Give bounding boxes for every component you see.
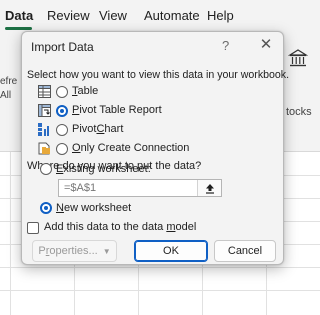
range-select-up-arrow-icon [205,183,214,194]
tab-data[interactable]: Data [5,8,33,23]
new-worksheet-label[interactable]: New worksheet [56,202,131,214]
pivot-chart-icon [38,123,49,136]
ribbon-all-fragment: All [0,90,12,101]
view-option-pivot-table-label[interactable]: Pivot Table Report [72,104,162,116]
data-model-label[interactable]: Add this data to the data model [44,221,196,233]
view-option-table-label[interactable]: Table [72,85,98,97]
view-option-table-radio[interactable] [56,86,68,98]
ribbon-stocks-label[interactable]: tocks [286,106,312,118]
help-button[interactable]: ? [222,38,229,53]
menu-bar: Data Review View Automate Help [0,0,320,34]
view-option-pivot-chart-radio[interactable] [56,124,68,136]
existing-worksheet-radio[interactable] [40,163,52,175]
cell-reference-value: =$A$1 [64,182,97,194]
ribbon-refresh-fragment: efre [0,76,18,87]
ok-button[interactable]: OK [134,240,208,262]
tab-automate[interactable]: Automate [144,8,200,23]
stocks-bank-icon[interactable] [288,48,308,68]
import-data-dialog: Import Data ? ✕ Select how you want to v… [21,31,289,265]
active-tab-indicator [5,27,32,30]
grid-col-line [10,152,11,315]
table-icon [38,85,51,98]
view-option-pivot-table-radio[interactable] [56,105,68,117]
grid-row-line [0,267,320,268]
view-option-pivot-chart-label[interactable]: PivotChart [72,123,123,135]
view-option-connection-radio[interactable] [56,143,68,155]
dialog-title: Import Data [31,40,94,54]
grid-row-line [0,290,320,291]
connection-icon [38,142,50,155]
view-option-connection-label[interactable]: Only Create Connection [72,142,189,154]
tab-view[interactable]: View [99,8,127,23]
new-worksheet-radio[interactable] [40,202,52,214]
properties-button[interactable]: Properties... ▼ [32,240,117,262]
pivot-table-icon [38,104,51,117]
cell-reference-input[interactable]: =$A$1 [58,179,222,197]
view-prompt-label: Select how you want to view this data in… [27,69,290,81]
close-icon[interactable]: ✕ [258,36,274,53]
existing-worksheet-label[interactable]: Existing worksheet: [56,163,151,175]
collapse-range-button[interactable] [197,180,221,196]
tab-help[interactable]: Help [207,8,234,23]
data-model-checkbox[interactable] [27,222,39,234]
cancel-button[interactable]: Cancel [214,240,276,262]
chevron-down-icon: ▼ [102,246,111,256]
tab-review[interactable]: Review [47,8,90,23]
